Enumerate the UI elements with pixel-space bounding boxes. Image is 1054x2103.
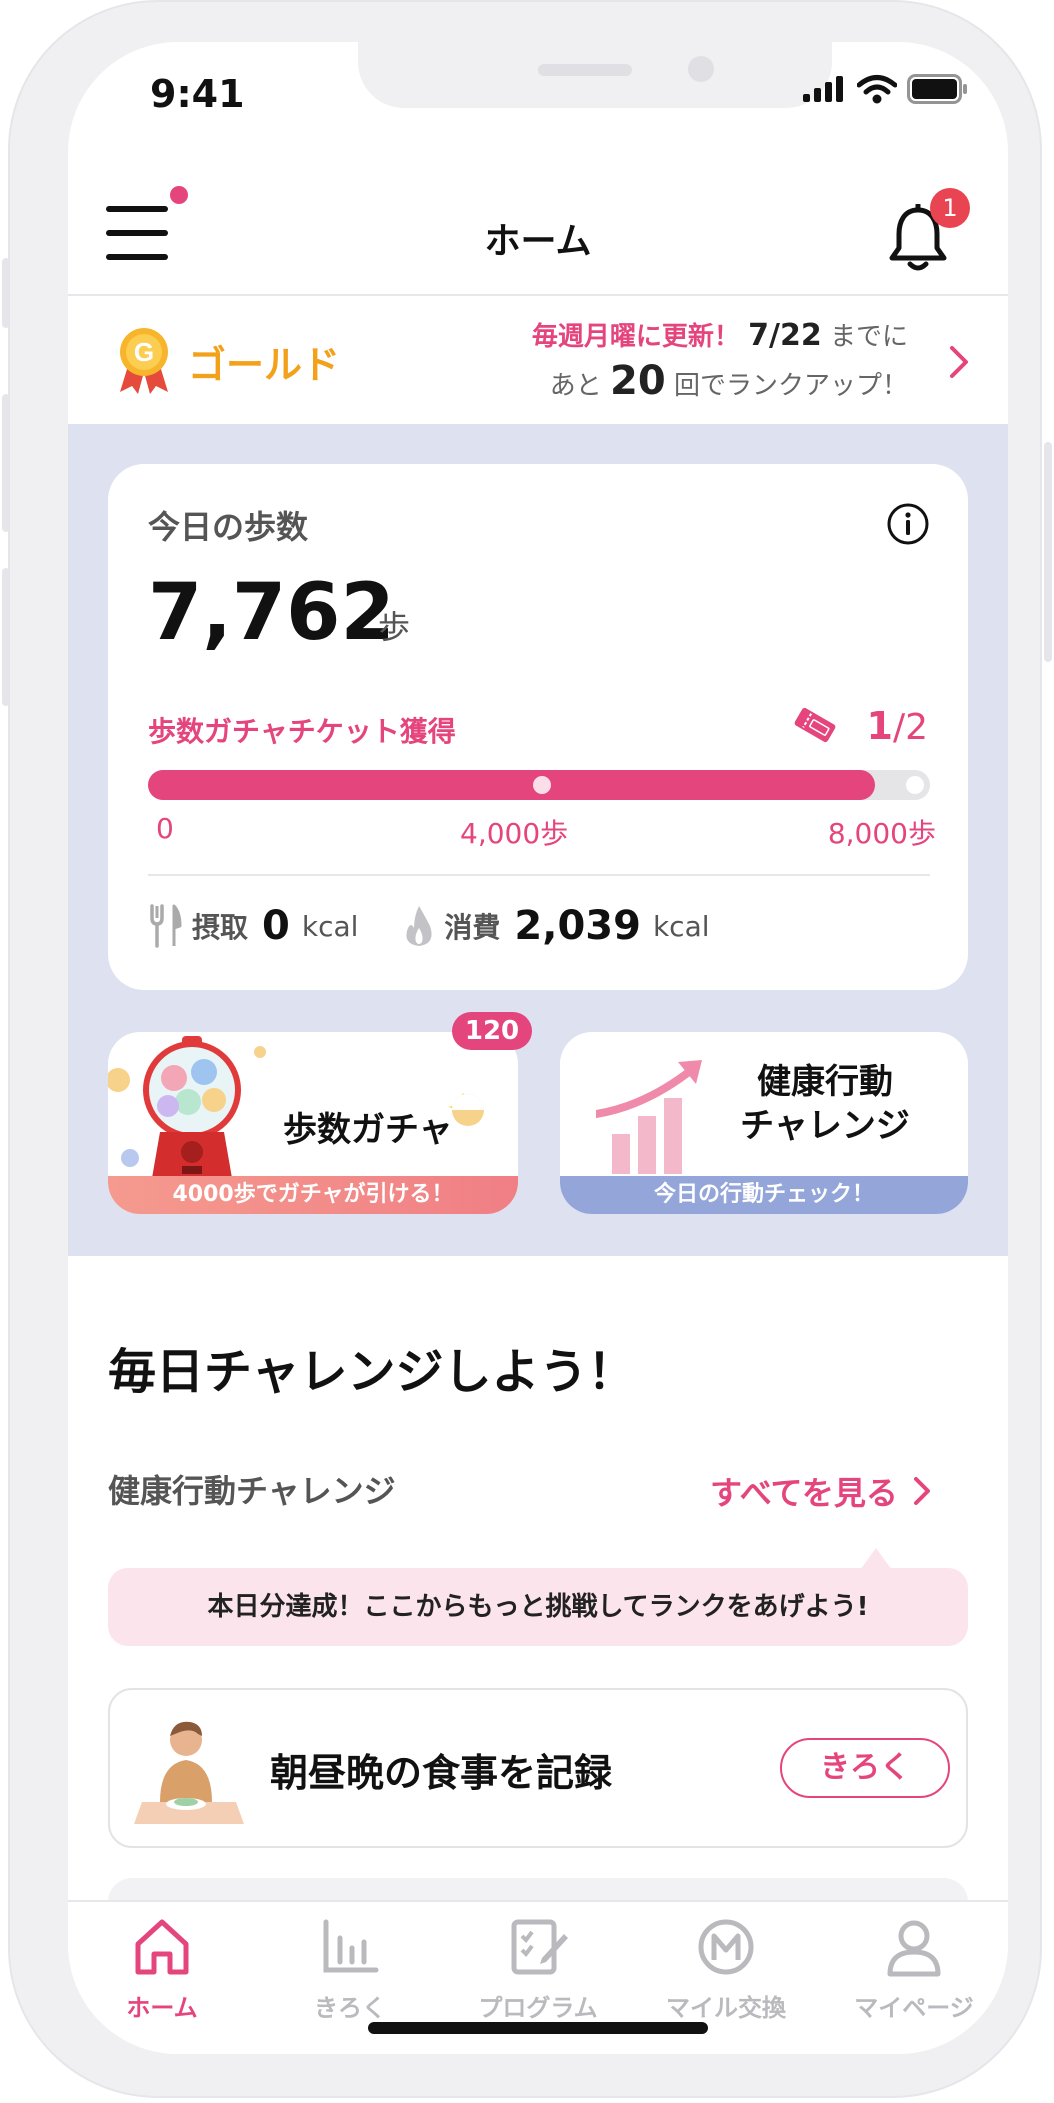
achievement-tip: 本日分達成！ここからもっと挑戦してランクをあげよう! bbox=[108, 1568, 968, 1646]
steps-progress-fill bbox=[148, 770, 876, 800]
volume-up-button bbox=[2, 394, 10, 532]
scale-max-label: 8,000歩 bbox=[827, 817, 936, 850]
gacha-title: 歩数ガチャ bbox=[283, 1110, 453, 1150]
step-gacha-card[interactable]: 歩数ガチャ 4000歩でガチャが引ける！ bbox=[108, 1032, 518, 1214]
battery-icon bbox=[907, 74, 967, 104]
power-button bbox=[1044, 442, 1052, 662]
rank-deadline-suffix: までに bbox=[829, 322, 908, 352]
burn-unit: kcal bbox=[652, 909, 710, 943]
gacha-machine-icon bbox=[108, 1036, 266, 1178]
mute-switch bbox=[2, 258, 10, 328]
user-icon bbox=[887, 1920, 941, 1977]
steps-unit: 歩 bbox=[378, 608, 411, 646]
steps-value: 7,762 bbox=[148, 568, 395, 658]
capsule-ball-icon bbox=[452, 1094, 484, 1126]
tab-home[interactable]: ホーム bbox=[68, 1914, 256, 2023]
tab-mile-exchange-label: マイル交換 bbox=[666, 1994, 786, 2022]
program-icon bbox=[511, 1919, 568, 1975]
meal-person-illustration bbox=[134, 1721, 244, 1824]
chevron-right-icon bbox=[950, 346, 968, 378]
rank-update-info: 毎週月曜に更新！ 7/22 までに あと 20 回でランクアップ！ bbox=[532, 314, 908, 408]
tab-program[interactable]: プログラム bbox=[444, 1914, 632, 2023]
rank-remaining-count: 20 bbox=[610, 358, 666, 404]
challenge-title-line1: 健康行動 bbox=[757, 1062, 893, 1102]
svg-text:G: G bbox=[134, 337, 154, 367]
flame-icon bbox=[406, 906, 432, 946]
tab-program-label: プログラム bbox=[478, 1994, 598, 2022]
calorie-row: 摂取 0 kcal 消費 2,039 kcal bbox=[148, 896, 930, 956]
burn-value: 2,039 bbox=[514, 903, 641, 949]
tab-home-label: ホーム bbox=[126, 1994, 198, 2022]
app-header: ホーム 1 bbox=[68, 154, 1008, 296]
task-title: 朝昼晩の食事を記録 bbox=[270, 1751, 613, 1795]
home-indicator bbox=[368, 2022, 708, 2034]
scale-min-label: 0 bbox=[156, 812, 174, 845]
front-camera bbox=[688, 56, 714, 82]
ticket-count: 1/2 bbox=[867, 704, 929, 748]
challenge-subtitle: 健康行動チャレンジ bbox=[108, 1472, 396, 1510]
ticket-label: 歩数ガチャチケット獲得 bbox=[148, 715, 456, 748]
steps-label: 今日の歩数 bbox=[148, 508, 309, 546]
page-title: ホーム bbox=[484, 221, 592, 262]
gacha-caption: 4000歩でガチャが引ける！ bbox=[108, 1176, 518, 1214]
tab-mypage[interactable]: マイページ bbox=[820, 1914, 1008, 2023]
see-all-link[interactable]: すべてを見る bbox=[710, 1468, 932, 1514]
gold-medal-icon: G bbox=[120, 328, 168, 394]
info-icon[interactable] bbox=[886, 502, 930, 546]
intake-label: 摂取 bbox=[192, 911, 249, 944]
intake-value: 0 bbox=[262, 903, 290, 949]
notch bbox=[358, 42, 832, 108]
speaker bbox=[538, 64, 632, 76]
wifi-icon bbox=[857, 75, 897, 104]
burn-label: 消費 bbox=[444, 911, 501, 944]
challenge-card-title: 健康行動 チャレンジ bbox=[720, 1060, 930, 1148]
status-icons bbox=[803, 74, 969, 104]
challenge-caption: 今日の行動チェック！ bbox=[560, 1176, 968, 1214]
chevron-right-icon bbox=[913, 1477, 930, 1505]
progress-midpoint-marker bbox=[533, 776, 551, 794]
challenge-title-line2: チャレンジ bbox=[740, 1106, 910, 1146]
see-all-label: すべてを見る bbox=[710, 1474, 898, 1512]
rank-banner[interactable]: G ゴールド 毎週月曜に更新！ 7/22 までに あと 20 回でランクアップ！ bbox=[68, 296, 1008, 424]
ticket-icon bbox=[794, 707, 836, 743]
mile-icon bbox=[698, 1919, 754, 1975]
task-card[interactable]: 朝昼晩の食事を記録 きろく bbox=[108, 1688, 968, 1848]
rising-chart-icon bbox=[596, 1060, 702, 1174]
tab-record[interactable]: きろく bbox=[256, 1914, 444, 2023]
ticket-current: 1 bbox=[866, 704, 893, 748]
device-frame: 9:41 ホーム 1 G ゴールド 毎週月曜に更新！ 7/22 までに あと 2… bbox=[2, 0, 1052, 2098]
steps-card: 今日の歩数 7,762 歩 歩数ガチャチケット獲得 1/2 0 4,000歩 8… bbox=[108, 464, 968, 990]
home-icon bbox=[135, 1919, 189, 1975]
fork-knife-icon bbox=[150, 904, 182, 948]
notification-badge: 1 bbox=[930, 188, 970, 228]
rank-remaining-suffix: 回でランクアップ！ bbox=[673, 371, 908, 401]
tab-mypage-label: マイページ bbox=[854, 1994, 974, 2022]
volume-down-button bbox=[2, 568, 10, 706]
rank-update-note: 毎週月曜に更新！ bbox=[531, 322, 740, 352]
progress-endpoint-marker bbox=[906, 776, 924, 794]
app-screen: 9:41 ホーム 1 G ゴールド 毎週月曜に更新！ 7/22 までに あと 2… bbox=[68, 42, 1008, 2054]
intake-unit: kcal bbox=[301, 909, 359, 943]
card-divider bbox=[148, 874, 930, 876]
daily-section-title: 毎日チャレンジしよう！ bbox=[108, 1344, 636, 1400]
menu-notification-dot bbox=[170, 186, 188, 204]
tab-record-label: きろく bbox=[314, 1994, 386, 2022]
rank-deadline-date: 7/22 bbox=[748, 318, 822, 353]
ticket-total: /2 bbox=[892, 707, 928, 748]
record-button[interactable]: きろく bbox=[780, 1738, 950, 1798]
status-time: 9:41 bbox=[150, 72, 245, 116]
cellular-signal-icon bbox=[803, 76, 843, 102]
gacha-count-badge: 120 bbox=[452, 1012, 532, 1050]
tip-arrow bbox=[860, 1548, 892, 1570]
health-challenge-card[interactable]: 健康行動 チャレンジ 今日の行動チェック！ bbox=[560, 1032, 968, 1214]
steps-progress-bar bbox=[148, 770, 930, 800]
rank-name: ゴールド bbox=[188, 343, 341, 387]
rank-remaining-prefix: あと bbox=[549, 371, 602, 401]
tab-mile-exchange[interactable]: マイル交換 bbox=[632, 1914, 820, 2023]
chart-icon bbox=[323, 1919, 379, 1973]
scale-mid-label: 4,000歩 bbox=[460, 817, 569, 850]
